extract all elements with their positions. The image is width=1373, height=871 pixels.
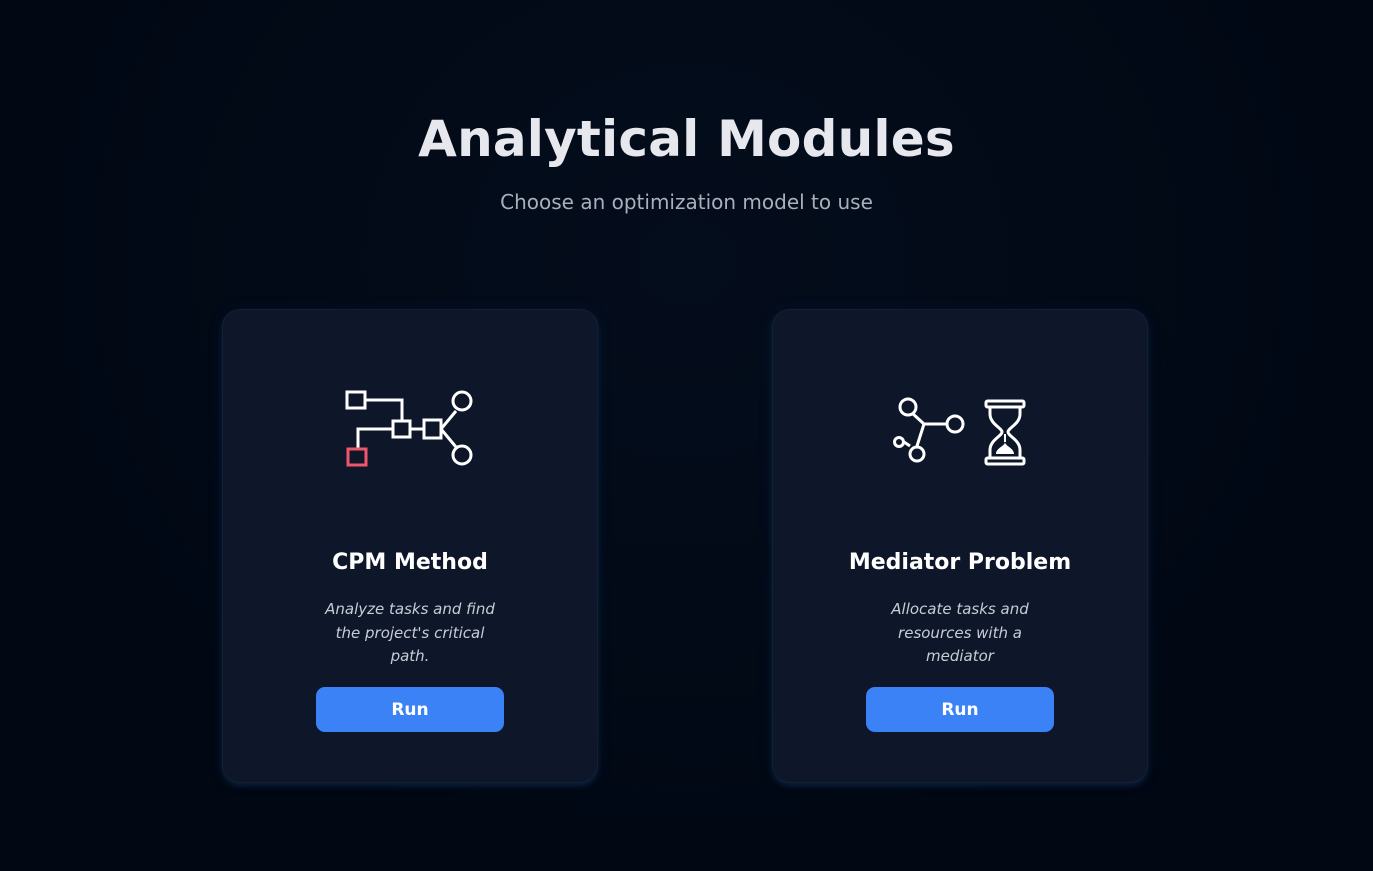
card-description: Analyze tasks and find the project's cri… bbox=[325, 600, 495, 665]
card-title: CPM Method bbox=[332, 550, 488, 575]
page-background: Analytical Modules Choose an optimizatio… bbox=[0, 0, 1373, 871]
network-graph-icon bbox=[223, 386, 597, 468]
cpm-method-card: CPM Method Analyze tasks and find the pr… bbox=[222, 309, 598, 783]
card-title: Mediator Problem bbox=[848, 550, 1072, 575]
mediator-problem-card: Mediator Problem Allocate tasks and reso… bbox=[772, 309, 1148, 783]
card-description: Allocate tasks and resources with a medi… bbox=[891, 600, 1029, 665]
page-title: Analytical Modules bbox=[418, 110, 955, 168]
mediator-run-button[interactable]: Run bbox=[866, 687, 1054, 732]
cpm-run-button[interactable]: Run bbox=[316, 687, 504, 732]
mediator-hourglass-icon bbox=[773, 396, 1147, 468]
page-subtitle: Choose an optimization model to use bbox=[500, 190, 873, 214]
